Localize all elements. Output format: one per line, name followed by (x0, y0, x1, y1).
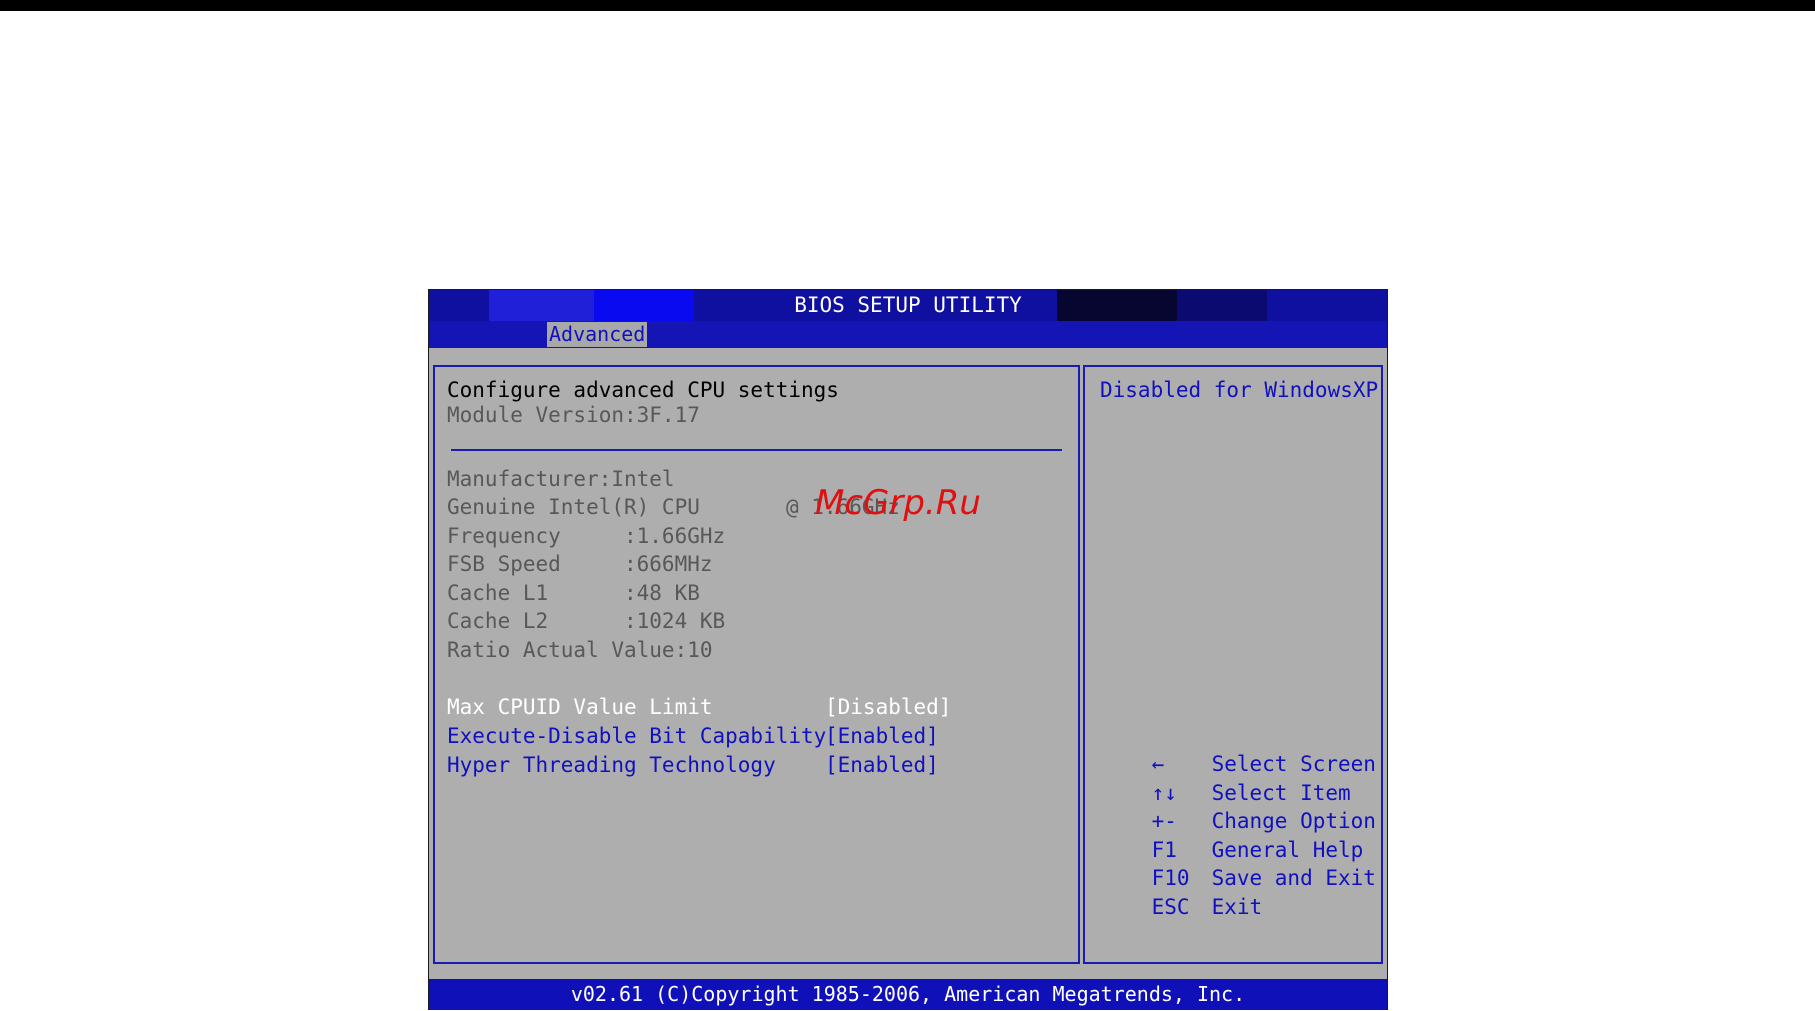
info-cache-l2: Cache L2 :1024 KB (447, 609, 726, 633)
info-cache-l1: Cache L1 :48 KB (447, 581, 700, 605)
esc-key: ESC (1151, 895, 1190, 919)
watermark: McGrp.Ru (815, 483, 981, 523)
setting-max-cpuid-label[interactable]: Max CPUID Value Limit (447, 693, 713, 721)
bios-setup-window: BIOS SETUP UTILITY Advanced Configure ad… (428, 289, 1388, 1010)
copyright-footer: v02.61 (C)Copyright 1985-2006, American … (429, 979, 1387, 1010)
info-frequency: Frequency :1.66GHz (447, 524, 726, 548)
info-ratio-actual: Ratio Actual Value:10 (447, 638, 713, 662)
title-bar-segment (1177, 290, 1267, 321)
section-heading: Configure advanced CPU settings (447, 378, 839, 402)
key-action: Exit (1211, 895, 1263, 919)
tab-advanced[interactable]: Advanced (547, 322, 648, 347)
setting-execute-disable-label[interactable]: Execute-Disable Bit Capability (447, 722, 826, 750)
info-fsb-speed: FSB Speed :666MHz (447, 552, 713, 576)
info-cpu-name: Genuine Intel(R) CPU (447, 495, 700, 519)
help-text: Disabled for WindowsXP (1100, 378, 1379, 402)
info-manufacturer: Manufacturer:Intel (447, 467, 675, 491)
window-title: BIOS SETUP UTILITY (794, 293, 1022, 317)
title-bar: BIOS SETUP UTILITY (429, 290, 1387, 321)
setting-execute-disable-value[interactable]: [Enabled] (825, 722, 939, 750)
settings-panel (433, 365, 1080, 964)
module-version: Module Version:3F.17 (447, 403, 700, 427)
title-bar-segment (594, 290, 694, 321)
key-hint-exit: ESC Exit (1101, 865, 1263, 949)
top-border-bar (0, 0, 1815, 11)
section-divider (451, 449, 1062, 451)
setting-hyper-threading-label[interactable]: Hyper Threading Technology (447, 751, 776, 779)
title-bar-segment (489, 290, 599, 321)
setting-hyper-threading-value[interactable]: [Enabled] (825, 751, 939, 779)
setting-max-cpuid-value[interactable]: [Disabled] (825, 693, 951, 721)
menu-bar: Advanced (429, 321, 1387, 348)
title-bar-segment (1057, 290, 1177, 321)
